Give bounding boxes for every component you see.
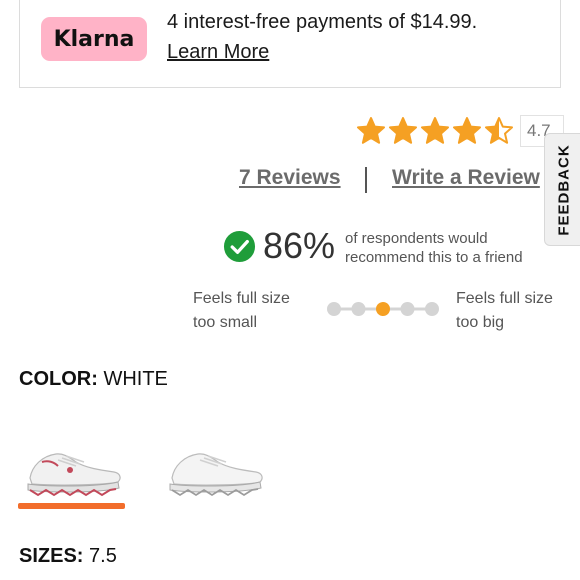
fit-dot — [400, 302, 415, 316]
star-icon — [453, 117, 481, 144]
shoe-icon — [169, 453, 263, 497]
fit-low-label: Feels full size too small — [193, 290, 290, 331]
sizes-label: SIZES: 7.5 — [19, 545, 117, 568]
star-icon — [485, 117, 513, 144]
sizes-label-key: SIZES: — [19, 545, 84, 567]
fit-dot-selected — [376, 302, 390, 316]
selected-swatch-indicator — [18, 503, 125, 509]
fit-dot — [327, 302, 341, 316]
shoe-icon — [27, 453, 121, 497]
color-label: COLOR: WHITE — [19, 368, 168, 391]
color-swatch-white[interactable] — [160, 440, 270, 506]
sizes-value: 7.5 — [89, 545, 117, 567]
check-circle-icon — [223, 230, 256, 263]
recommend-text: of respondents would recommend this to a… — [345, 230, 523, 266]
color-value: WHITE — [103, 368, 168, 390]
klarna-logo: Klarna — [41, 17, 147, 61]
fit-dot — [425, 302, 439, 316]
feedback-label: FEEDBACK — [555, 143, 573, 236]
klarna-banner: Klarna 4 interest-free payments of $14.9… — [19, 0, 561, 88]
fit-dot — [351, 302, 366, 316]
color-label-key: COLOR: — [19, 368, 98, 390]
fit-scale — [327, 302, 439, 316]
star-icon — [421, 117, 449, 144]
reviews-count-link[interactable]: 7 Reviews — [239, 166, 341, 190]
write-review-link[interactable]: Write a Review — [392, 166, 540, 190]
fit-high-label: Feels full size too big — [456, 290, 553, 331]
star-icon — [389, 117, 417, 144]
recommend-percent: 86% — [263, 225, 336, 266]
star-icon — [357, 117, 385, 144]
learn-more-link[interactable]: Learn More — [167, 41, 269, 64]
reviews-divider — [365, 167, 367, 193]
klarna-installment-text: 4 interest-free payments of $14.99. — [167, 11, 478, 33]
star-rating[interactable] — [356, 116, 514, 146]
color-swatch-white-pink[interactable] — [18, 440, 128, 506]
